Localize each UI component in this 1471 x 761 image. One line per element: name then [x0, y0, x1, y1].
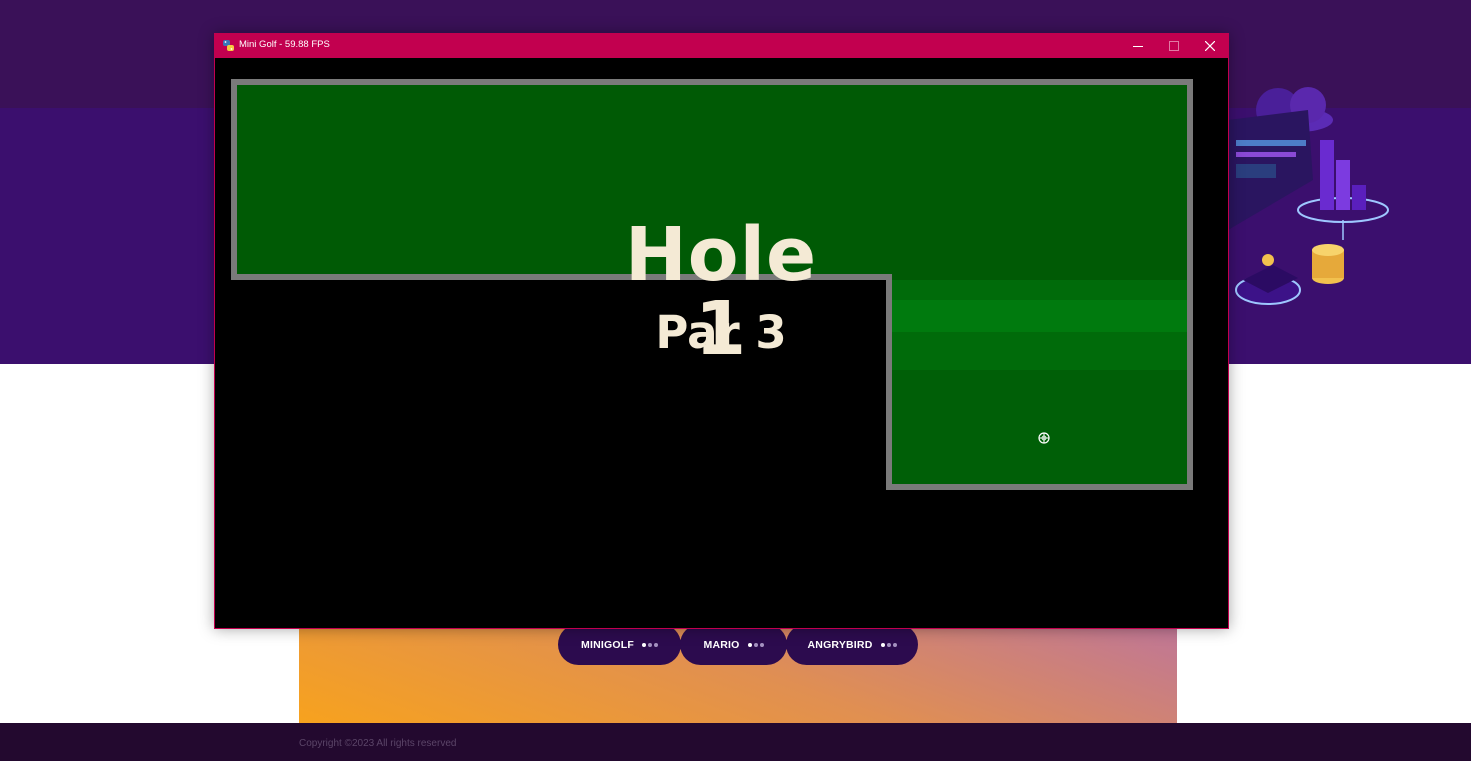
- minimize-icon: [1133, 46, 1143, 47]
- fairway-band: [892, 370, 1187, 484]
- hero-illustration: [1228, 87, 1389, 305]
- dots-icon: [747, 642, 764, 647]
- window-title: Mini Golf - 59.88 FPS: [239, 39, 330, 50]
- minimize-button[interactable]: [1120, 34, 1156, 58]
- minigolf-button[interactable]: MINIGOLF: [558, 624, 681, 665]
- footer: [0, 723, 1471, 761]
- mario-button-label: MARIO: [703, 638, 740, 651]
- angrybird-button[interactable]: ANGRYBIRD: [786, 624, 918, 665]
- python-icon: [223, 40, 234, 51]
- mario-button[interactable]: MARIO: [680, 624, 787, 665]
- close-icon: [1205, 41, 1215, 51]
- maximize-icon: [1169, 41, 1179, 51]
- screen-line: [1236, 140, 1306, 146]
- bar-chart-icon: [1352, 185, 1366, 210]
- maximize-button[interactable]: [1156, 34, 1192, 58]
- close-button[interactable]: [1192, 34, 1228, 58]
- copyright-text: Copyright ©2023 All rights reserved: [299, 738, 457, 749]
- mini-golf-window[interactable]: Mini Golf - 59.88 FPS Hole 1 Par 3: [214, 33, 1229, 629]
- angrybird-button-label: ANGRYBIRD: [807, 638, 873, 651]
- coin-stack-icon: [1312, 244, 1344, 256]
- dots-icon: [641, 642, 658, 647]
- window-titlebar[interactable]: Mini Golf - 59.88 FPS: [215, 34, 1228, 58]
- coin-icon: [1262, 254, 1274, 266]
- par-text: Par 3: [655, 306, 787, 359]
- bar-chart-icon: [1320, 140, 1334, 210]
- bar-chart-icon: [1336, 160, 1350, 210]
- fairway-band: [892, 332, 1187, 370]
- fairway-band: [892, 280, 1187, 300]
- fairway-band: [892, 300, 1187, 332]
- minigolf-button-label: MINIGOLF: [581, 638, 634, 651]
- game-nav: MINIGOLF MARIO ANGRYBIRD: [558, 624, 918, 665]
- game-canvas[interactable]: Hole 1 Par 3: [215, 58, 1228, 628]
- crosshair-cursor-icon: [1038, 432, 1050, 444]
- screen-line: [1236, 152, 1296, 157]
- screen-panel: [1236, 164, 1276, 178]
- dots-icon: [880, 642, 897, 647]
